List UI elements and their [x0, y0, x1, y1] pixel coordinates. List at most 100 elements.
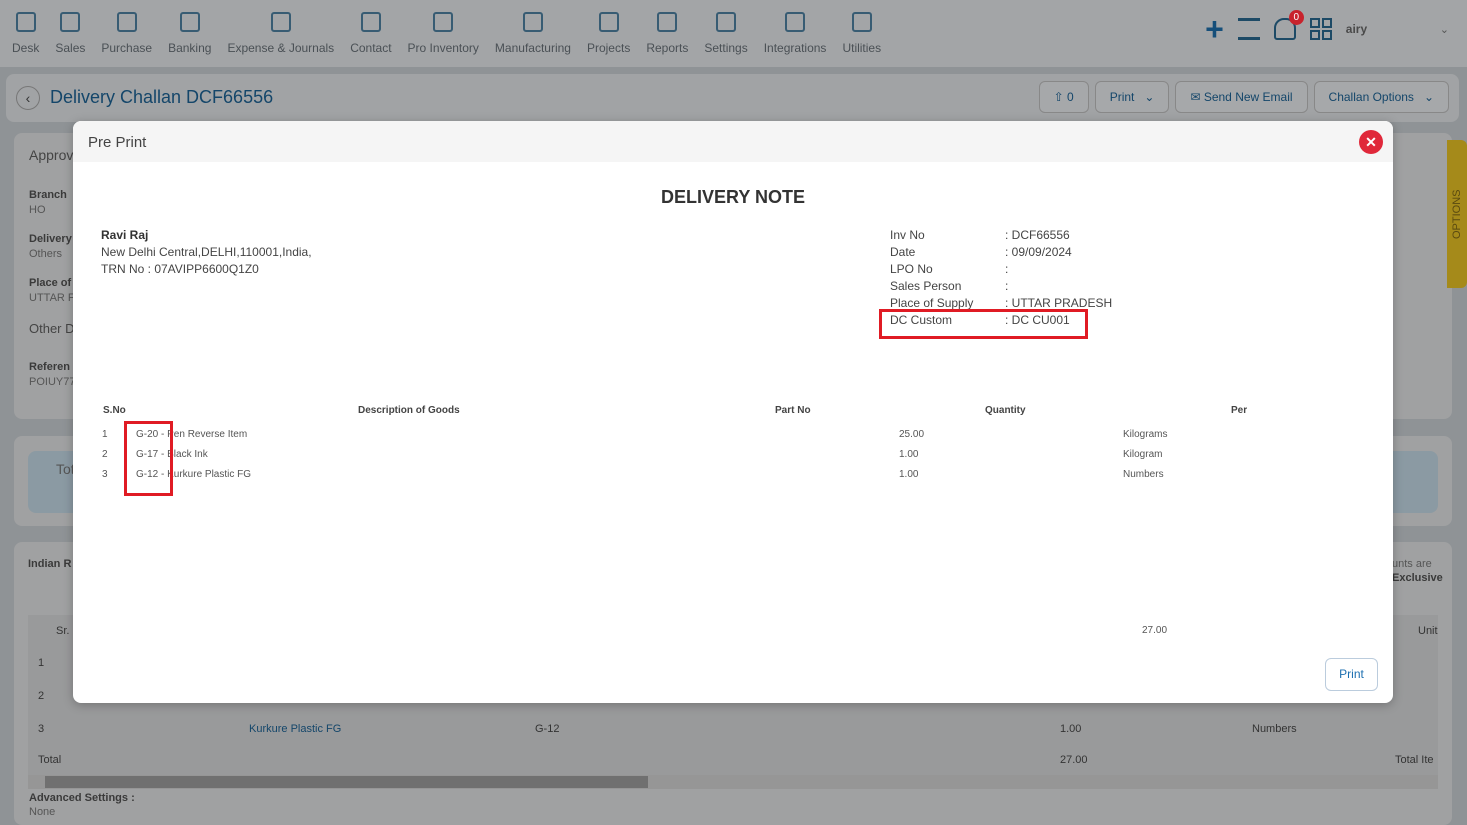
nav-icon: [657, 12, 678, 32]
highlight-box: [879, 309, 1088, 339]
customer-trn: TRN No : 07AVIPP6600Q1Z0: [101, 262, 259, 276]
customer-address: New Delhi Central,DELHI,110001,India,: [101, 245, 312, 259]
nav-icon: [116, 12, 137, 32]
meta-value: :: [1005, 262, 1009, 276]
meta-label: LPO No: [890, 262, 933, 276]
nav-label: Purchase: [101, 41, 153, 55]
meta-label: Sales Person: [890, 279, 962, 293]
page-title: Delivery Challan DCF66556: [50, 87, 274, 107]
bank-transfer-icon[interactable]: [1237, 18, 1260, 40]
notification-bell-icon[interactable]: 0: [1273, 10, 1304, 40]
scrollbar-thumb[interactable]: [45, 776, 648, 788]
row-quantity: 1.00: [899, 469, 919, 480]
table-total-label: Total: [38, 754, 62, 766]
nav-icon: [598, 12, 619, 32]
delivery-value: Others: [29, 248, 63, 260]
nav-icon: [716, 12, 737, 32]
nav-label: Utilities: [842, 41, 882, 55]
nav-item-manufacturing[interactable]: Manufacturing: [487, 0, 579, 55]
nav-item-integrations[interactable]: Integrations: [756, 0, 835, 55]
nav-icon: [851, 12, 872, 32]
send-email-button[interactable]: ✉ Send New Email: [1175, 81, 1308, 113]
nav-item-pro-inventory[interactable]: Pro Inventory: [400, 0, 487, 55]
nav-label: Desk: [12, 41, 40, 55]
currency-label: Indian R: [28, 558, 72, 570]
nav-item-sales[interactable]: Sales: [47, 0, 93, 55]
row-quantity: 1.00: [899, 449, 919, 460]
nav-icon: [433, 12, 454, 32]
meta-value: : DCF66556: [1005, 228, 1070, 242]
column-header: Per: [1231, 405, 1248, 416]
nav-label: Banking: [168, 41, 212, 55]
chevron-down-icon[interactable]: ⌄: [1440, 23, 1449, 36]
pre-print-modal: Pre Print ✕ DELIVERY NOTE Ravi Raj New D…: [73, 121, 1393, 703]
apps-grid-icon[interactable]: [1309, 18, 1332, 40]
place-value: UTTAR F: [29, 292, 75, 304]
column-header: S.No: [103, 405, 126, 416]
nav-label: Projects: [586, 41, 631, 55]
send-email-label: Send New Email: [1203, 90, 1293, 104]
amounts-note-2: Exclusive: [1392, 572, 1443, 584]
nav-item-contact[interactable]: Contact: [342, 0, 399, 55]
col-unit: Unit: [1418, 625, 1438, 637]
nav-label: Expense & Journals: [227, 41, 335, 55]
delivery-label: Delivery: [29, 233, 72, 245]
table-total-items: Total Ite: [1395, 754, 1434, 766]
meta-label: Inv No: [890, 228, 925, 242]
row-sr: 2: [38, 690, 45, 702]
column-header: Quantity: [985, 405, 1026, 416]
modal-title: Pre Print: [73, 121, 1393, 162]
attach-count: 0: [1067, 90, 1074, 104]
nav-label: Manufacturing: [494, 41, 571, 55]
options-side-tab[interactable]: OPTIONS: [1447, 140, 1467, 288]
nav-icon: [360, 12, 381, 32]
print-button[interactable]: Print: [1325, 658, 1378, 691]
meta-label: Date: [890, 245, 916, 259]
nav-label: Contact: [350, 41, 392, 55]
meta-value: :: [1005, 279, 1009, 293]
challan-options-label: Challan Options: [1328, 90, 1414, 104]
row-sno: 1: [102, 429, 108, 440]
document-title: DELIVERY NOTE: [660, 187, 806, 207]
advanced-settings-value: None: [29, 806, 56, 818]
row-per: Kilograms: [1123, 429, 1168, 440]
place-label: Place of: [29, 277, 72, 289]
nav-label: Sales: [55, 41, 86, 55]
column-header: Part No: [775, 405, 811, 416]
nav-item-banking[interactable]: Banking: [160, 0, 219, 55]
nav-item-expense-journals[interactable]: Expense & Journals: [219, 0, 342, 55]
row-per: Numbers: [1123, 469, 1164, 480]
col-sr: Sr.: [56, 625, 70, 637]
nav-label: Settings: [704, 41, 748, 55]
attachments-button[interactable]: ⇧ 0: [1038, 81, 1089, 113]
nav-icon: [270, 12, 291, 32]
print-dropdown-button[interactable]: Print ⌄: [1094, 81, 1170, 113]
challan-options-button[interactable]: Challan Options ⌄: [1313, 81, 1449, 113]
amounts-note-1: unts are: [1392, 558, 1432, 570]
nav-icon: [15, 12, 36, 32]
nav-item-purchase[interactable]: Purchase: [93, 0, 160, 55]
add-icon[interactable]: +: [1205, 13, 1224, 45]
row-item-link[interactable]: Kurkure Plastic FG: [249, 723, 341, 735]
close-icon[interactable]: ✕: [1359, 130, 1383, 154]
total-quantity: 27.00: [1142, 625, 1168, 636]
row-per: Kilogram: [1123, 449, 1163, 460]
nav-item-projects[interactable]: Projects: [579, 0, 638, 55]
nav-item-reports[interactable]: Reports: [638, 0, 696, 55]
table-total-qty: 27.00: [1060, 754, 1088, 766]
page-header: ‹ Delivery Challan DCF66556 ⇧ 0 Print ⌄ …: [6, 74, 1459, 122]
row-sno: 3: [102, 469, 108, 480]
meta-label: Place of Supply: [890, 296, 974, 310]
nav-label: Reports: [646, 41, 689, 55]
reference-label: Referen: [29, 361, 70, 373]
back-button[interactable]: ‹: [16, 86, 40, 110]
nav-item-utilities[interactable]: Utilities: [834, 0, 889, 55]
meta-value: : UTTAR PRADESH: [1005, 296, 1113, 310]
nav-right: + 0 airy ⌄: [1205, 10, 1449, 45]
customer-name: Ravi Raj: [101, 228, 149, 242]
nav-label: Integrations: [763, 41, 827, 55]
user-menu[interactable]: airy: [1346, 22, 1426, 36]
nav-item-desk[interactable]: Desk: [4, 0, 47, 55]
approval-heading: Approv: [29, 147, 74, 163]
nav-item-settings[interactable]: Settings: [696, 0, 755, 55]
